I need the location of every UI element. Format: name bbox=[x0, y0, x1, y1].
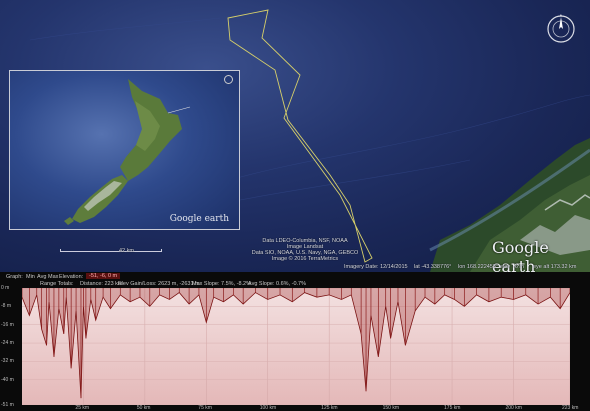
x-tick-label: 100 km bbox=[259, 405, 277, 411]
max-slope-value: Max Slope: 7.5%, -8.2% bbox=[192, 281, 252, 287]
attribution-line: Image © 2016 TerraMetrics bbox=[271, 256, 339, 262]
compass-icon[interactable]: N bbox=[546, 14, 576, 44]
x-tick-label: 75 km bbox=[198, 405, 212, 411]
lon-readout: lon 168.222458° bbox=[458, 264, 499, 270]
elevation-button[interactable]: Elevation: bbox=[59, 274, 83, 280]
attribution: Data LDEO-Columbia, NSF, NOAA Image Land… bbox=[240, 238, 370, 262]
avg-button[interactable]: Avg bbox=[37, 274, 46, 280]
elevation-chart[interactable] bbox=[22, 288, 570, 405]
y-tick-label: -8 m bbox=[1, 303, 11, 310]
x-tick-label: 175 km bbox=[444, 405, 461, 411]
map-view[interactable]: N Google earth 42 km Data LDEO-Columbia,… bbox=[0, 0, 590, 272]
scale-bar bbox=[60, 249, 162, 252]
inset-map: Google earth bbox=[9, 70, 240, 230]
distance-value: Distance: 223 km bbox=[80, 281, 123, 287]
elevation-profile-panel[interactable]: Graph: Min Avg Max Elevation: -51, -6, 0… bbox=[0, 272, 590, 411]
range-totals-label: Range Totals: bbox=[40, 281, 74, 287]
x-tick-label: 25 km bbox=[75, 405, 90, 411]
x-tick-label: 150 km bbox=[382, 405, 400, 411]
y-tick-label: -51 m bbox=[1, 402, 14, 408]
y-tick-label: 0 m bbox=[1, 285, 10, 291]
x-tick-label: 50 km bbox=[136, 405, 151, 411]
imagery-date: Imagery Date: 12/14/2015 bbox=[344, 264, 408, 270]
max-button[interactable]: Max bbox=[48, 274, 58, 280]
eye-alt-readout: eye alt 173.32 km bbox=[533, 264, 577, 270]
avg-slope-value: Avg Slope: 0.6%, -0.7% bbox=[248, 281, 306, 287]
inset-watermark: Google earth bbox=[169, 214, 229, 224]
lat-readout: lat -43.338776° bbox=[414, 264, 452, 270]
scale-label: 42 km bbox=[119, 248, 134, 254]
y-tick-label: -32 m bbox=[1, 358, 14, 365]
y-tick-label: -16 m bbox=[1, 321, 14, 328]
svg-text:N: N bbox=[560, 14, 562, 18]
graph-label: Graph: bbox=[6, 274, 23, 280]
new-zealand-land bbox=[64, 79, 191, 225]
x-tick-label: 223 km bbox=[562, 405, 579, 411]
inset-compass-icon bbox=[224, 75, 233, 84]
elevation-toolbar: Graph: Min Avg Max Elevation: -51, -6, 0… bbox=[0, 272, 590, 288]
x-tick-label: 200 km bbox=[505, 405, 522, 411]
map-status-bar: Imagery Date: 12/14/2015 lat -43.338776°… bbox=[0, 264, 590, 272]
elev-label: elev bbox=[500, 264, 511, 270]
elevation-values: -51, -6, 0 m bbox=[86, 273, 121, 279]
y-tick-label: -40 m bbox=[1, 376, 14, 383]
elev-gain-loss-value: Elev Gain/Loss: 2623 m, -2631 m bbox=[118, 281, 200, 287]
y-tick-label: -24 m bbox=[1, 340, 14, 347]
x-tick-label: 125 km bbox=[321, 405, 338, 411]
min-button[interactable]: Min bbox=[26, 274, 35, 280]
elev-readout: -6 m bbox=[513, 264, 524, 270]
chart-background bbox=[22, 288, 570, 405]
